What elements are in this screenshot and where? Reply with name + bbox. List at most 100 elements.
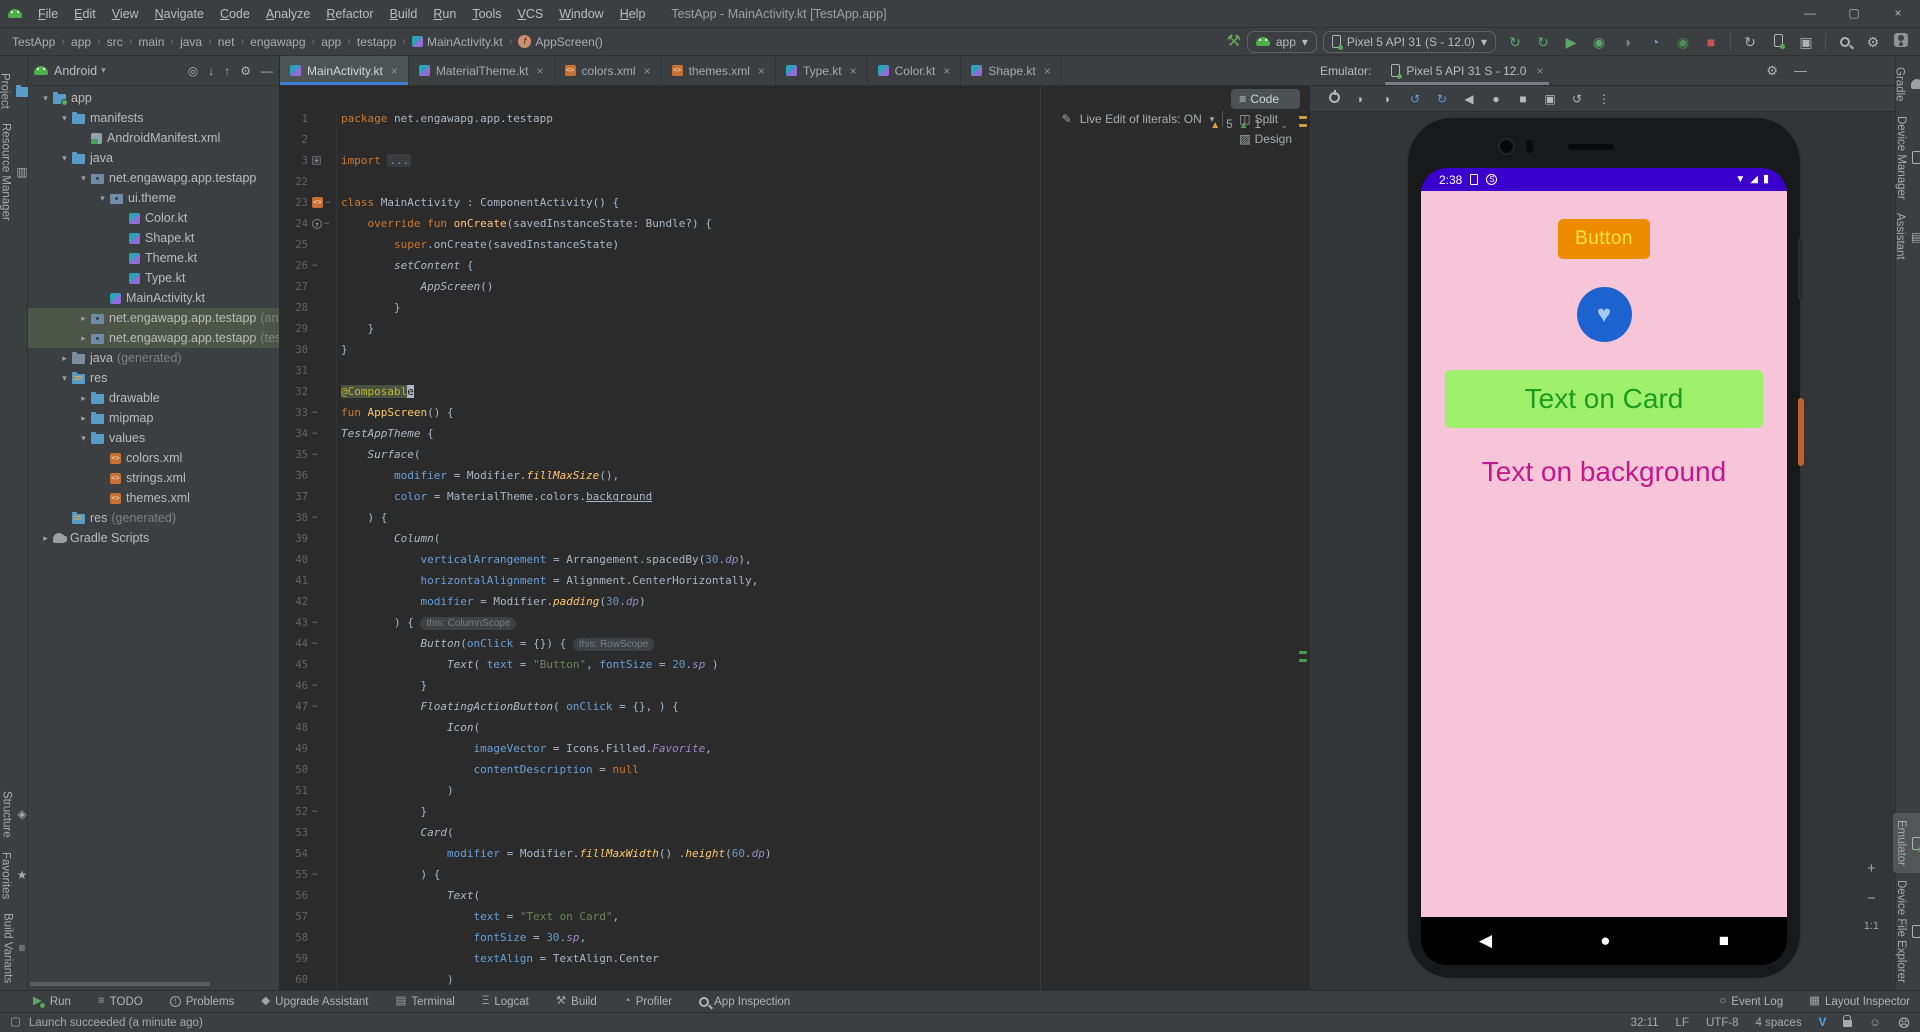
chevron-right-icon[interactable]: ▸ bbox=[57, 353, 72, 364]
tool-button-todo[interactable]: ≡ TODO bbox=[98, 995, 143, 1007]
tree-item[interactable]: strings.xml bbox=[28, 468, 279, 488]
code-line[interactable]: 34− TestAppTheme { bbox=[280, 423, 1310, 444]
menu-tools[interactable]: Tools bbox=[464, 7, 509, 21]
tool-button-profiler[interactable]: ◔ Profiler bbox=[624, 995, 672, 1007]
chevron-right-icon[interactable]: ▸ bbox=[76, 313, 91, 324]
breadcrumb-item[interactable]: MainActivity.kt bbox=[410, 35, 505, 49]
line-separator[interactable]: LF bbox=[1676, 1017, 1689, 1029]
code-line[interactable]: 58 fontSize = 30.sp, bbox=[280, 927, 1310, 948]
code-line[interactable]: 46− } bbox=[280, 675, 1310, 696]
code-line[interactable]: 43− ) { this: ColumnScope bbox=[280, 612, 1310, 633]
chevron-right-icon[interactable]: ▸ bbox=[38, 533, 53, 544]
chevron-down-icon[interactable]: ▾ bbox=[76, 173, 91, 184]
project-view-selector[interactable]: Android bbox=[54, 64, 97, 78]
tool-button-device-file-explorer[interactable]: Device File Explorer bbox=[1893, 873, 1920, 990]
version-indicator-icon[interactable]: V bbox=[1819, 1017, 1827, 1029]
collapse-all-icon[interactable]: ↑ bbox=[224, 64, 230, 78]
device-select[interactable]: Pixel 5 API 31 (S - 12.0) ▾ bbox=[1322, 30, 1496, 53]
tab-color-kt[interactable]: Color.kt × bbox=[868, 56, 962, 85]
tree-item[interactable]: Shape.kt bbox=[28, 228, 279, 248]
code-line[interactable]: 32 @Composable bbox=[280, 381, 1310, 402]
chevron-down-icon[interactable]: ▾ bbox=[38, 93, 53, 104]
close-icon[interactable]: × bbox=[537, 64, 544, 78]
chevron-right-icon[interactable]: ▸ bbox=[76, 333, 91, 344]
tool-button-run[interactable]: ▶ Run bbox=[33, 995, 71, 1008]
power-icon[interactable] bbox=[1322, 89, 1346, 106]
tab-mainactivity-kt[interactable]: MainActivity.kt × bbox=[280, 56, 409, 85]
code-line[interactable]: 44− Button(onClick = {}) { this: RowScop… bbox=[280, 633, 1310, 654]
floating-action-button[interactable]: ♥ bbox=[1576, 287, 1632, 342]
code-line[interactable]: 59 textAlign = TextAlign.Center bbox=[280, 948, 1310, 969]
tab-themes-xml[interactable]: themes.xml × bbox=[662, 56, 776, 85]
overview-icon[interactable]: ■ bbox=[1511, 92, 1535, 106]
tool-button-problems[interactable]: ! Problems bbox=[169, 996, 234, 1008]
menu-code[interactable]: Code bbox=[212, 7, 258, 21]
close-icon[interactable]: × bbox=[758, 64, 765, 78]
tree-item[interactable]: colors.xml bbox=[28, 448, 279, 468]
tree-item[interactable]: ▾ manifests bbox=[28, 108, 279, 128]
code-line[interactable]: 60 ) bbox=[280, 969, 1310, 990]
breadcrumb-item[interactable]: java bbox=[178, 35, 204, 49]
code-line[interactable]: 35− Surface( bbox=[280, 444, 1310, 465]
chevron-right-icon[interactable]: ▸ bbox=[76, 393, 91, 404]
code-line[interactable]: 56 Text( bbox=[280, 885, 1310, 906]
tree-item[interactable]: Type.kt bbox=[28, 268, 279, 288]
chevron-down-icon[interactable]: ▾ bbox=[57, 113, 72, 124]
tool-button-layout-inspector[interactable]: ▦ Layout Inspector bbox=[1809, 995, 1910, 1007]
code-line[interactable]: 29 } bbox=[280, 318, 1310, 339]
minimize-button[interactable]: — bbox=[1788, 0, 1832, 27]
sdk-manager-icon[interactable]: ▣ bbox=[1793, 34, 1819, 50]
fold-collapse-icon[interactable]: − bbox=[312, 618, 317, 628]
tool-button-build-variants[interactable]: ≡ Build Variants bbox=[0, 906, 28, 990]
editor-body[interactable]: 1 package net.engawapg.app.testapp 2 3 + impo… bbox=[280, 86, 1310, 990]
snapshots-icon[interactable]: ↺ bbox=[1565, 92, 1589, 106]
tool-button-event-log[interactable]: ○ Event Log bbox=[1719, 995, 1783, 1007]
zoom-reset-button[interactable]: 1:1 bbox=[1864, 920, 1879, 932]
breadcrumb-item[interactable]: main bbox=[136, 35, 166, 49]
tool-button-project[interactable]: Project bbox=[0, 66, 31, 116]
tree-item[interactable]: themes.xml bbox=[28, 488, 279, 508]
locate-file-icon[interactable]: ◎ bbox=[188, 64, 198, 78]
code-line[interactable]: 51 ) bbox=[280, 780, 1310, 801]
tool-button-assistant[interactable]: ▤ Assistant bbox=[1892, 206, 1920, 267]
code-line[interactable]: 31 bbox=[280, 360, 1310, 381]
code-line[interactable]: 39 Column( bbox=[280, 528, 1310, 549]
close-button[interactable]: × bbox=[1876, 0, 1920, 27]
apply-changes-icon[interactable]: ↻ bbox=[1502, 34, 1528, 50]
screenshot-icon[interactable]: ▣ bbox=[1538, 92, 1562, 106]
view-button-design[interactable]: ▨ Design bbox=[1231, 129, 1300, 149]
tab-type-kt[interactable]: Type.kt × bbox=[776, 56, 868, 85]
app-button[interactable]: Button bbox=[1558, 219, 1650, 259]
code-line[interactable]: 23−class MainActivity : ComponentActivit… bbox=[280, 192, 1310, 213]
tree-settings-icon[interactable]: ⚙ bbox=[240, 64, 251, 78]
code-line[interactable]: 37 color = MaterialTheme.colors.backgrou… bbox=[280, 486, 1310, 507]
tool-button-terminal[interactable]: ▤ Terminal bbox=[395, 995, 454, 1007]
tool-button-logcat[interactable]: Ξ Logcat bbox=[482, 995, 529, 1007]
zoom-in-button[interactable]: + bbox=[1867, 860, 1876, 877]
device-screen[interactable]: 2:38 S ▼ ◢ ▮ Button ♥ Text on Card Text … bbox=[1421, 168, 1787, 965]
indent-setting[interactable]: 4 spaces bbox=[1756, 1017, 1802, 1029]
code-line[interactable]: 45 Text( text = "Button", fontSize = 20.… bbox=[280, 654, 1310, 675]
code-line[interactable]: 50 contentDescription = null bbox=[280, 759, 1310, 780]
back-icon[interactable]: ◀ bbox=[1457, 92, 1481, 106]
fold-collapse-icon[interactable]: − bbox=[324, 219, 329, 229]
menu-window[interactable]: Window bbox=[551, 7, 611, 21]
tool-button-build[interactable]: ⚒ Build bbox=[556, 995, 597, 1007]
settings-icon[interactable]: ⚙ bbox=[1860, 34, 1886, 50]
tool-button-emulator[interactable]: Emulator bbox=[1893, 813, 1920, 874]
tree-item[interactable]: ▸ java (generated) bbox=[28, 348, 279, 368]
tool-button-device-manager[interactable]: Device Manager bbox=[1893, 109, 1920, 207]
expand-all-icon[interactable]: ↓ bbox=[208, 64, 214, 78]
code-line[interactable]: 41 horizontalAlignment = Alignment.Cente… bbox=[280, 570, 1310, 591]
tree-item[interactable]: ▾ res bbox=[28, 368, 279, 388]
code-line[interactable]: 3 + import ... bbox=[280, 150, 1310, 171]
chevron-down-icon[interactable]: ▾ bbox=[76, 433, 91, 444]
tree-item[interactable]: ▸ Gradle Scripts bbox=[28, 528, 279, 548]
tree-item[interactable]: ▸ net.engawapg.app.testapp(test) bbox=[28, 328, 279, 348]
menu-edit[interactable]: Edit bbox=[66, 7, 104, 21]
code-line[interactable]: 25 super.onCreate(savedInstanceState) bbox=[280, 234, 1310, 255]
nav-home-button[interactable]: ● bbox=[1600, 931, 1610, 951]
emulator-device-tab[interactable]: Pixel 5 API 31 S - 12.0 × bbox=[1385, 56, 1550, 85]
menu-run[interactable]: Run bbox=[425, 7, 464, 21]
volume-down-icon[interactable]: ◖ bbox=[1376, 92, 1400, 106]
